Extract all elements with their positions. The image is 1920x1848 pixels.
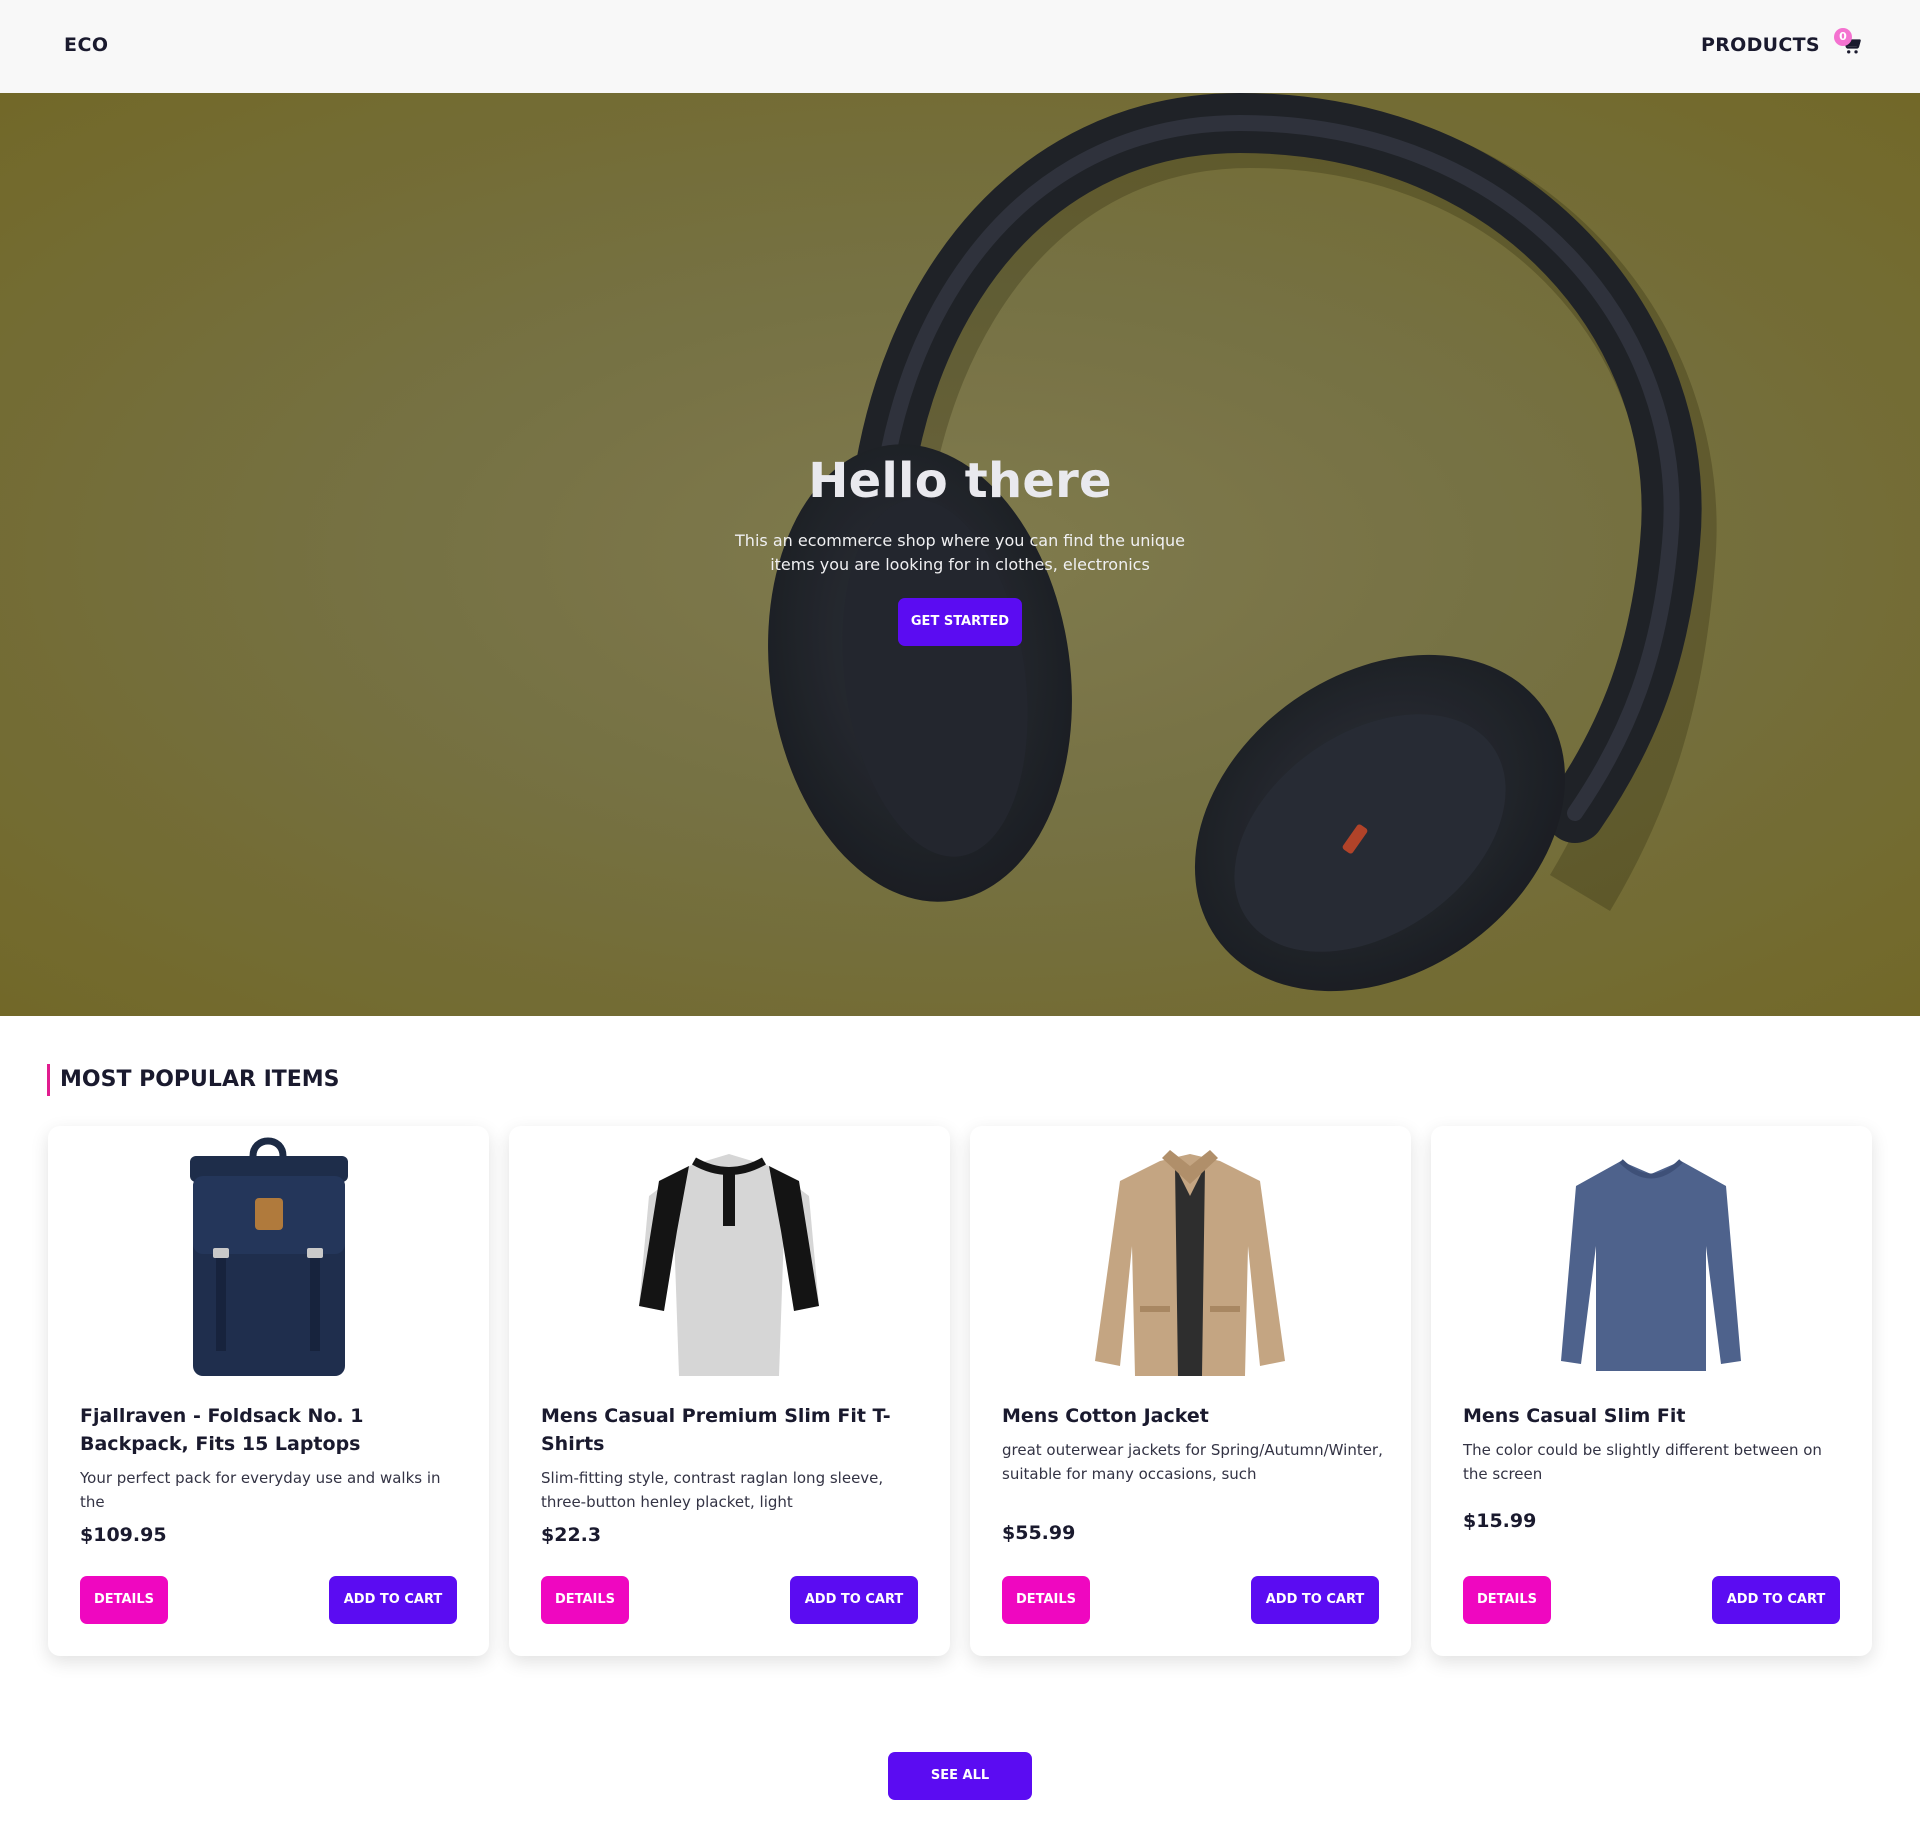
add-to-cart-button[interactable]: ADD TO CART (1712, 1576, 1840, 1624)
add-to-cart-button[interactable]: ADD TO CART (1251, 1576, 1379, 1624)
cart-button[interactable]: 0 (1834, 28, 1868, 62)
see-all-button[interactable]: SEE ALL (888, 1752, 1032, 1800)
product-card: Fjallraven - Foldsack No. 1 Backpack, Fi… (48, 1126, 489, 1656)
navbar: ECO PRODUCTS 0 (0, 0, 1920, 93)
product-title: Mens Casual Premium Slim Fit T-Shirts (541, 1405, 891, 1455)
product-price: $22.3 (541, 1524, 602, 1546)
add-to-cart-button[interactable]: ADD TO CART (790, 1576, 918, 1624)
details-button[interactable]: DETAILS (80, 1576, 168, 1624)
hero-title: Hello there (808, 453, 1112, 509)
details-button[interactable]: DETAILS (541, 1576, 629, 1624)
add-to-cart-button[interactable]: ADD TO CART (329, 1576, 457, 1624)
jacket-image (1095, 1150, 1285, 1376)
get-started-button[interactable]: GET STARTED (898, 598, 1022, 646)
product-description: great outerwear jackets for Spring/Autum… (1002, 1441, 1383, 1483)
product-title: Mens Casual Slim Fit (1463, 1405, 1686, 1427)
backpack-image (190, 1137, 348, 1376)
product-price: $15.99 (1463, 1510, 1537, 1532)
product-card: Mens Casual Slim Fit The color could be … (1431, 1126, 1872, 1656)
tshirt-image (639, 1154, 819, 1376)
nav-link-products[interactable]: PRODUCTS (1701, 34, 1820, 56)
cart-count-badge: 0 (1834, 28, 1852, 46)
product-description: Your perfect pack for everyday use and w… (80, 1469, 441, 1511)
product-description: The color could be slightly different be… (1463, 1441, 1822, 1483)
product-card: Mens Casual Premium Slim Fit T-Shirts Sl… (509, 1126, 950, 1656)
product-title: Mens Cotton Jacket (1002, 1405, 1209, 1427)
details-button[interactable]: DETAILS (1463, 1576, 1551, 1624)
product-price: $109.95 (80, 1524, 167, 1546)
hero-description: This an ecommerce shop where you can fin… (735, 531, 1185, 574)
site-logo[interactable]: ECO (64, 34, 109, 56)
hero-banner: Hello there This an ecommerce shop where… (0, 93, 1920, 1016)
product-description: Slim-fitting style, contrast raglan long… (541, 1469, 884, 1511)
details-button[interactable]: DETAILS (1002, 1576, 1090, 1624)
product-title: Fjallraven - Foldsack No. 1 Backpack, Fi… (80, 1405, 364, 1455)
longsleeve-image (1561, 1159, 1741, 1371)
product-card: Mens Cotton Jacket great outerwear jacke… (970, 1126, 1411, 1656)
section-title: MOST POPULAR ITEMS (47, 1064, 340, 1096)
hero-content: Hello there This an ecommerce shop where… (0, 93, 1920, 1016)
product-price: $55.99 (1002, 1522, 1076, 1544)
